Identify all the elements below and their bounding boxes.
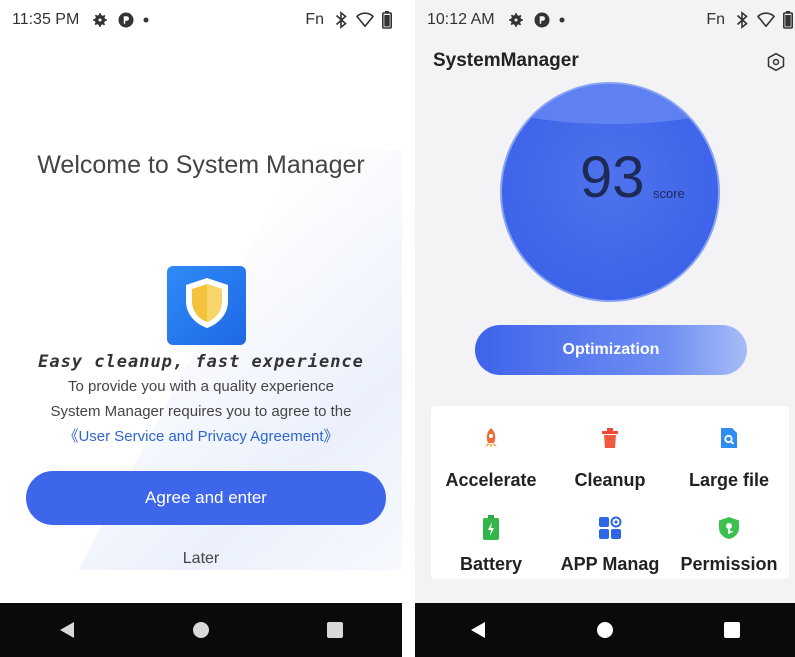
fn-indicator: Fn [706,11,725,28]
fn-indicator: Fn [305,11,324,28]
app-logo [167,266,246,345]
app-grid-icon [550,514,670,542]
tagline: Easy cleanup, fast experience [38,352,364,372]
status-time: 10:12 AM [427,11,495,28]
navigation-bar [0,603,402,657]
tool-accelerate[interactable]: Accelerate [431,424,551,491]
later-button[interactable]: Later [0,550,402,568]
shield-icon [182,276,232,335]
status-bar: 10:12 AM Fn [415,0,795,40]
trash-icon [550,424,670,452]
tool-label: Permission [680,554,778,574]
tool-label: Cleanup [574,470,646,490]
tool-app-manager[interactable]: APP Manag [550,514,670,575]
page-title: Welcome to System Manager [37,151,365,179]
score-value: 93 [580,145,645,210]
description-line-1: To provide you with a quality experience [68,378,334,395]
gear-icon [91,11,109,29]
tool-label: Large file [688,470,770,490]
sync-icon [533,11,551,29]
home-icon[interactable] [585,610,625,650]
welcome-screen: 11:35 PM Fn Welcome to System Manager Ea… [0,0,402,657]
bluetooth-icon [735,11,749,29]
status-time: 11:35 PM [12,11,80,28]
wifi-icon [757,12,775,28]
tool-battery[interactable]: Battery [431,514,551,575]
system-manager-home-screen: 10:12 AM Fn SystemManager 93 score Optim… [415,0,795,657]
notification-dot-icon [143,17,149,23]
agree-and-enter-button[interactable]: Agree and enter [26,471,386,525]
rocket-icon [431,424,551,452]
tool-cleanup[interactable]: Cleanup [550,424,670,491]
optimization-button[interactable]: Optimization [475,325,747,375]
shield-key-icon [669,514,789,542]
score-gauge: 93 score [500,82,720,302]
tools-grid: Accelerate Cleanup Large file Battery AP… [431,406,789,579]
battery-status-icon [382,11,392,29]
sync-icon [117,11,135,29]
score-wave-decoration [502,84,718,124]
settings-icon[interactable] [763,49,789,75]
description-line-2: System Manager requires you to agree to … [50,403,352,420]
score-label: score [653,186,685,201]
tool-label: Accelerate [445,470,537,490]
status-bar: 11:35 PM Fn [0,0,402,40]
tool-label: Battery [459,554,523,574]
notification-dot-icon [559,17,565,23]
file-search-icon [669,424,789,452]
navigation-bar [415,603,795,657]
bluetooth-icon [334,11,348,29]
recents-icon[interactable] [712,610,752,650]
gear-icon [507,11,525,29]
battery-status-icon [783,11,793,29]
tool-label: APP Manag [560,554,660,574]
tool-large-file[interactable]: Large file [669,424,789,491]
recents-icon[interactable] [315,610,355,650]
battery-icon [431,514,551,542]
home-icon[interactable] [181,610,221,650]
back-icon[interactable] [458,610,498,650]
tool-permission[interactable]: Permission [669,514,789,575]
back-icon[interactable] [47,610,87,650]
agreement-link[interactable]: 《User Service and Privacy Agreement》 [0,425,402,446]
wifi-icon [356,12,374,28]
app-title: SystemManager [433,50,579,71]
